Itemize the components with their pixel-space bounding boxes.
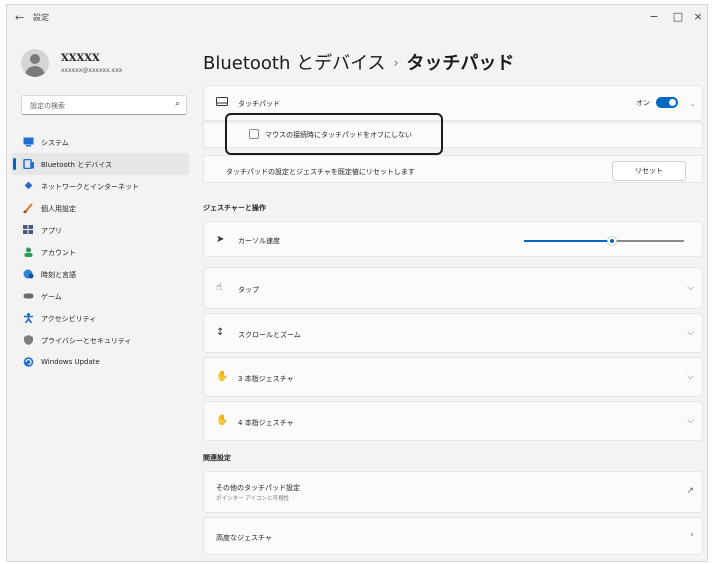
sidebar-item-label: システム bbox=[41, 139, 69, 147]
touchpad-label: タッチパッド bbox=[238, 100, 280, 108]
external-link-icon: ↗ bbox=[686, 486, 694, 496]
touchpad-toggle[interactable] bbox=[656, 97, 678, 108]
maximize-button[interactable]: □ bbox=[669, 10, 687, 23]
highlight-box bbox=[225, 113, 443, 155]
sidebar-item-apps[interactable]: アプリ bbox=[11, 219, 189, 241]
search-input[interactable]: 設定の検索 ⌕ bbox=[21, 95, 187, 115]
sidebar-item-system[interactable]: システム bbox=[11, 131, 189, 153]
sidebar-item-accounts[interactable]: アカウント bbox=[11, 241, 189, 263]
other-touchpad-settings-row[interactable]: その他のタッチパッド設定 ポインター アイコンと可視性 ↗ bbox=[203, 471, 703, 513]
reset-description: タッチパッドの設定とジェスチャを既定値にリセットします bbox=[226, 168, 415, 176]
devices-icon bbox=[23, 158, 34, 170]
row-label: タップ bbox=[238, 286, 259, 294]
row-label: 高度なジェスチャ bbox=[216, 534, 272, 542]
sidebar-item-personalization[interactable]: 個人用設定 bbox=[11, 197, 189, 219]
wifi-icon: ◆ bbox=[24, 180, 33, 191]
advanced-gestures-row[interactable]: 高度なジェスチャ › bbox=[203, 517, 703, 555]
reset-button[interactable]: リセット bbox=[612, 161, 686, 181]
sidebar-item-bluetooth-devices[interactable]: Bluetooth とデバイス bbox=[11, 153, 189, 175]
back-arrow-icon[interactable]: ← bbox=[15, 11, 24, 24]
tap-row[interactable]: ☝ タップ ⌵ bbox=[203, 267, 703, 309]
cursor-speed-row: ➤ カーソル速度 bbox=[203, 221, 703, 257]
brush-icon bbox=[23, 203, 34, 214]
breadcrumb-current: タッチパッド bbox=[406, 53, 515, 74]
user-email: xxxxxx@xxxxxx.xxx bbox=[61, 67, 123, 74]
sidebar-item-label: Bluetooth とデバイス bbox=[41, 161, 112, 169]
account-icon bbox=[23, 247, 34, 257]
three-finger-row[interactable]: ✋ 3 本指ジェスチャ ⌵ bbox=[203, 357, 703, 397]
chevron-down-icon: ⌵ bbox=[687, 416, 694, 426]
sidebar-item-label: アカウント bbox=[41, 249, 76, 257]
touchpad-icon bbox=[216, 97, 228, 110]
related-heading: 関連設定 bbox=[203, 454, 231, 462]
update-icon bbox=[23, 357, 34, 367]
four-finger-icon: ✋ bbox=[216, 415, 229, 426]
cursor-icon: ➤ bbox=[216, 234, 225, 245]
sidebar-item-gaming[interactable]: ゲーム bbox=[11, 285, 189, 307]
row-label: カーソル速度 bbox=[238, 237, 280, 245]
sidebar-item-label: ネットワークとインターネット bbox=[41, 183, 139, 191]
avatar bbox=[21, 49, 49, 77]
four-finger-row[interactable]: ✋ 4 本指ジェスチャ ⌵ bbox=[203, 401, 703, 441]
sidebar-item-label: ゲーム bbox=[41, 293, 62, 301]
sidebar-item-windows-update[interactable]: Windows Update bbox=[11, 351, 189, 373]
app-title: 設定 bbox=[33, 13, 49, 22]
close-button[interactable]: × bbox=[689, 10, 707, 23]
gestures-heading: ジェスチャーと操作 bbox=[203, 204, 266, 212]
chevron-down-icon: ⌵ bbox=[687, 372, 694, 382]
scroll-zoom-row[interactable]: ↕ スクロールとズーム ⌵ bbox=[203, 313, 703, 353]
sidebar-item-label: アプリ bbox=[41, 227, 62, 235]
slider-fill bbox=[524, 240, 612, 242]
sidebar-item-accessibility[interactable]: アクセシビリティ bbox=[11, 307, 189, 329]
reset-row: タッチパッドの設定とジェスチャを既定値にリセットします リセット bbox=[203, 155, 703, 183]
gamepad-icon bbox=[23, 291, 34, 301]
apps-icon bbox=[23, 225, 34, 235]
globe-clock-icon bbox=[23, 269, 34, 279]
breadcrumb-separator: › bbox=[393, 56, 399, 70]
sidebar-item-label: 時刻と言語 bbox=[41, 271, 76, 279]
chevron-right-icon: › bbox=[690, 530, 694, 540]
row-label: 4 本指ジェスチャ bbox=[238, 419, 294, 427]
search-placeholder: 設定の検索 bbox=[30, 102, 65, 110]
sidebar-nav: システム Bluetooth とデバイス ◆ ネットワークとインターネット 個人… bbox=[11, 131, 189, 373]
accessibility-icon bbox=[23, 313, 34, 324]
sidebar-item-privacy-security[interactable]: プライバシーとセキュリティ bbox=[11, 329, 189, 351]
tap-icon: ☝ bbox=[216, 282, 223, 293]
sidebar-item-label: Windows Update bbox=[41, 358, 100, 366]
search-icon[interactable]: ⌕ bbox=[175, 99, 180, 109]
shield-icon bbox=[23, 335, 34, 345]
monitor-icon bbox=[23, 137, 34, 147]
scroll-icon: ↕ bbox=[216, 327, 225, 338]
chevron-down-icon: ⌵ bbox=[687, 283, 694, 293]
row-label: 3 本指ジェスチャ bbox=[238, 375, 294, 383]
sidebar-item-label: プライバシーとセキュリティ bbox=[41, 337, 132, 345]
chevron-up-icon[interactable]: ‸ bbox=[691, 97, 694, 107]
minimize-button[interactable]: − bbox=[645, 10, 663, 23]
three-finger-icon: ✋ bbox=[216, 371, 229, 382]
sidebar-item-time-language[interactable]: 時刻と言語 bbox=[11, 263, 189, 285]
title-bar: ← 設定 − □ × bbox=[7, 5, 707, 31]
sidebar-item-label: アクセシビリティ bbox=[41, 315, 97, 323]
slider-thumb[interactable] bbox=[607, 236, 617, 246]
toggle-state-label: オン bbox=[636, 99, 650, 107]
row-label: その他のタッチパッド設定 bbox=[216, 484, 300, 492]
row-sublabel: ポインター アイコンと可視性 bbox=[216, 496, 289, 502]
sidebar-item-network[interactable]: ◆ ネットワークとインターネット bbox=[11, 175, 189, 197]
settings-window: ← 設定 − □ × XXXXX xxxxxx@xxxxxx.xxx 設定の検索… bbox=[6, 4, 708, 562]
row-label: スクロールとズーム bbox=[238, 331, 301, 339]
cursor-speed-slider[interactable] bbox=[524, 236, 684, 246]
sidebar-item-label: 個人用設定 bbox=[41, 205, 76, 213]
breadcrumb-parent[interactable]: Bluetooth とデバイス bbox=[203, 53, 386, 74]
chevron-down-icon: ⌵ bbox=[687, 328, 694, 338]
page-title: Bluetooth とデバイス › タッチパッド bbox=[203, 49, 514, 75]
user-name: XXXXX bbox=[61, 53, 100, 64]
